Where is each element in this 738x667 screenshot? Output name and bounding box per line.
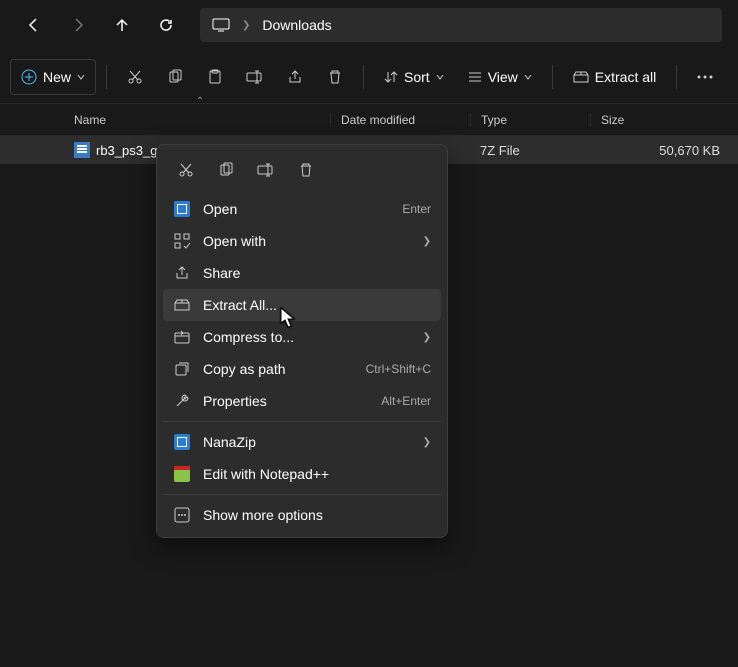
more-button[interactable] bbox=[687, 59, 723, 95]
plus-circle-icon bbox=[21, 69, 37, 85]
ctx-compress[interactable]: Compress to... ❯ bbox=[163, 321, 441, 353]
extract-label: Extract all bbox=[595, 69, 656, 85]
chevron-down-icon bbox=[77, 73, 85, 81]
new-label: New bbox=[43, 69, 71, 85]
share-icon bbox=[287, 69, 303, 85]
nanazip-icon bbox=[173, 434, 191, 450]
chevron-down-icon bbox=[524, 73, 532, 81]
share-icon bbox=[173, 265, 191, 281]
sort-button[interactable]: Sort bbox=[374, 59, 454, 95]
trash-icon bbox=[298, 162, 314, 178]
back-button[interactable] bbox=[16, 7, 52, 43]
breadcrumb-location[interactable]: Downloads bbox=[262, 17, 331, 33]
ctx-properties-label: Properties bbox=[203, 393, 369, 409]
ctx-cut-button[interactable] bbox=[169, 155, 203, 185]
clipboard-icon bbox=[207, 69, 223, 85]
ctx-properties-shortcut: Alt+Enter bbox=[381, 394, 431, 408]
chevron-right-icon: ❯ bbox=[423, 236, 431, 247]
up-button[interactable] bbox=[104, 7, 140, 43]
scissors-icon bbox=[127, 69, 143, 85]
breadcrumb[interactable]: ❯ Downloads bbox=[200, 8, 722, 42]
ctx-properties[interactable]: Properties Alt+Enter bbox=[163, 385, 441, 417]
file-type: 7Z File bbox=[470, 143, 590, 158]
ctx-nanazip[interactable]: NanaZip ❯ bbox=[163, 426, 441, 458]
view-label: View bbox=[488, 69, 518, 85]
trash-icon bbox=[327, 69, 343, 85]
separator bbox=[163, 421, 441, 422]
context-menu: Open Enter Open with ❯ Share Extract All… bbox=[156, 144, 448, 538]
new-button[interactable]: New bbox=[10, 59, 96, 95]
rename-button[interactable] bbox=[237, 59, 273, 95]
copy-icon bbox=[167, 69, 183, 85]
ctx-show-more[interactable]: Show more options bbox=[163, 499, 441, 531]
copy-path-icon bbox=[173, 361, 191, 377]
ctx-extract-all-label: Extract All... bbox=[203, 297, 431, 313]
share-toolbar-button[interactable] bbox=[277, 59, 313, 95]
separator bbox=[552, 65, 553, 89]
extract-all-toolbar-button[interactable]: Extract all bbox=[563, 59, 666, 95]
ctx-share-label: Share bbox=[203, 265, 431, 281]
paste-button[interactable] bbox=[197, 59, 233, 95]
ctx-notepad-label: Edit with Notepad++ bbox=[203, 466, 431, 482]
separator bbox=[676, 65, 677, 89]
view-button[interactable]: View bbox=[458, 59, 542, 95]
column-name[interactable]: Name bbox=[74, 113, 330, 127]
ctx-notepad[interactable]: Edit with Notepad++ bbox=[163, 458, 441, 490]
scissors-icon bbox=[178, 162, 194, 178]
open-with-icon bbox=[173, 233, 191, 249]
ctx-rename-button[interactable] bbox=[249, 155, 283, 185]
column-size[interactable]: Size bbox=[590, 113, 738, 127]
archive-icon bbox=[173, 201, 191, 217]
separator bbox=[106, 65, 107, 89]
ctx-open[interactable]: Open Enter bbox=[163, 193, 441, 225]
ctx-nanazip-label: NanaZip bbox=[203, 434, 411, 450]
ctx-delete-button[interactable] bbox=[289, 155, 323, 185]
ctx-open-with[interactable]: Open with ❯ bbox=[163, 225, 441, 257]
chevron-down-icon bbox=[436, 73, 444, 81]
column-headers: ⌃ Name Date modified Type Size bbox=[0, 104, 738, 136]
sort-icon bbox=[384, 70, 398, 84]
file-size: 50,670 KB bbox=[590, 143, 738, 158]
ctx-open-with-label: Open with bbox=[203, 233, 411, 249]
more-icon bbox=[173, 507, 191, 523]
chevron-right-icon: ❯ bbox=[423, 437, 431, 448]
sort-label: Sort bbox=[404, 69, 430, 85]
ctx-show-more-label: Show more options bbox=[203, 507, 431, 523]
ctx-open-shortcut: Enter bbox=[402, 202, 431, 216]
ctx-copy-path[interactable]: Copy as path Ctrl+Shift+C bbox=[163, 353, 441, 385]
separator bbox=[363, 65, 364, 89]
cut-button[interactable] bbox=[117, 59, 153, 95]
rename-icon bbox=[257, 162, 275, 178]
notepad-icon bbox=[173, 466, 191, 482]
forward-button[interactable] bbox=[60, 7, 96, 43]
extract-icon bbox=[573, 70, 589, 84]
compress-icon bbox=[173, 330, 191, 344]
archive-file-icon bbox=[74, 142, 90, 158]
ellipsis-icon bbox=[697, 75, 713, 79]
ctx-share[interactable]: Share bbox=[163, 257, 441, 289]
ctx-extract-all[interactable]: Extract All... bbox=[163, 289, 441, 321]
collapse-arrow-icon[interactable]: ⌃ bbox=[60, 96, 340, 107]
monitor-icon bbox=[212, 18, 230, 32]
chevron-right-icon: ❯ bbox=[242, 20, 250, 31]
ctx-copy-path-shortcut: Ctrl+Shift+C bbox=[366, 362, 431, 376]
separator bbox=[163, 494, 441, 495]
column-date[interactable]: Date modified bbox=[330, 113, 470, 127]
extract-icon bbox=[173, 298, 191, 312]
copy-icon bbox=[218, 162, 234, 178]
ctx-copy-button[interactable] bbox=[209, 155, 243, 185]
chevron-right-icon: ❯ bbox=[423, 332, 431, 343]
context-quick-actions bbox=[163, 151, 441, 193]
refresh-button[interactable] bbox=[148, 7, 184, 43]
wrench-icon bbox=[173, 393, 191, 409]
ctx-open-label: Open bbox=[203, 201, 390, 217]
delete-button[interactable] bbox=[317, 59, 353, 95]
column-type[interactable]: Type bbox=[470, 113, 590, 127]
rename-icon bbox=[246, 69, 264, 85]
copy-button[interactable] bbox=[157, 59, 193, 95]
titlebar: ❯ Downloads bbox=[0, 0, 738, 50]
ctx-compress-label: Compress to... bbox=[203, 329, 411, 345]
view-icon bbox=[468, 70, 482, 84]
ctx-copy-path-label: Copy as path bbox=[203, 361, 354, 377]
